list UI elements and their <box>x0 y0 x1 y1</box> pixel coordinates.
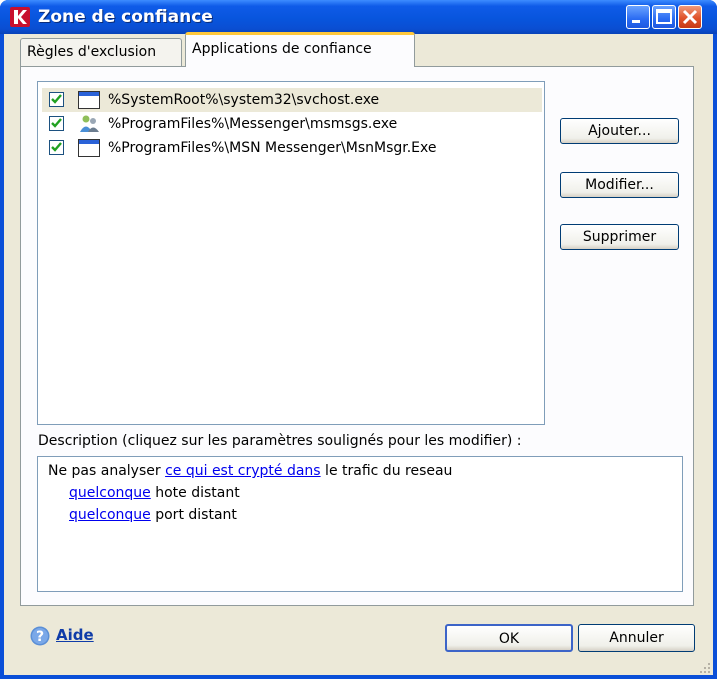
add-button[interactable]: Ajouter... <box>560 118 679 144</box>
description-text: port distant <box>150 507 237 523</box>
description-text: hote distant <box>150 485 240 501</box>
application-path: %ProgramFiles%\Messenger\msmsgs.exe <box>108 116 398 132</box>
close-icon <box>682 9 698 25</box>
description-line-3: quelconque port distant <box>69 507 237 523</box>
ok-button[interactable]: OK <box>445 624 573 652</box>
cancel-button[interactable]: Annuler <box>578 624 695 652</box>
checkmark-icon <box>51 142 62 152</box>
messenger-users-icon <box>80 115 99 132</box>
help-question-icon[interactable]: ? <box>30 626 50 646</box>
window-app-icon <box>78 139 100 157</box>
remote-port-link[interactable]: quelconque <box>69 507 151 523</box>
resize-grip-icon[interactable] <box>697 660 711 674</box>
list-item[interactable]: %SystemRoot%\system32\svchost.exe <box>42 88 542 112</box>
description-line-1: Ne pas analyser ce qui est crypté dans l… <box>48 463 452 479</box>
remote-host-link[interactable]: quelconque <box>69 485 151 501</box>
list-item[interactable]: %ProgramFiles%\MSN Messenger\MsnMsgr.Exe <box>42 136 542 160</box>
svg-text:?: ? <box>36 629 44 645</box>
tab-exclusion-rules[interactable]: Règles d'exclusion <box>20 38 182 66</box>
title-bar[interactable]: Zone de confiance <box>0 0 717 34</box>
description-text: le trafic du reseau <box>320 463 453 479</box>
description-text: Ne pas analyser <box>48 463 166 479</box>
applications-list[interactable]: %SystemRoot%\system32\svchost.exe %Progr… <box>37 81 545 425</box>
minimize-icon <box>632 20 640 23</box>
window-app-icon <box>78 91 100 109</box>
description-line-2: quelconque hote distant <box>69 485 240 501</box>
checkmark-icon <box>51 118 62 128</box>
application-path: %SystemRoot%\system32\svchost.exe <box>108 92 380 108</box>
kaspersky-k-icon <box>10 7 30 27</box>
list-item[interactable]: %ProgramFiles%\Messenger\msmsgs.exe <box>42 112 542 136</box>
encrypted-traffic-link[interactable]: ce qui est crypté dans <box>165 463 321 479</box>
checkbox[interactable] <box>49 140 64 155</box>
dialog-window: Zone de confiance Règles d'exclusion App… <box>0 0 717 679</box>
help-link[interactable]: Aide <box>56 626 94 644</box>
application-path: %ProgramFiles%\MSN Messenger\MsnMsgr.Exe <box>108 140 437 156</box>
minimize-button[interactable] <box>626 5 650 29</box>
window-title: Zone de confiance <box>38 7 213 27</box>
tab-label: Règles d'exclusion <box>27 44 157 60</box>
tab-label: Applications de confiance <box>192 41 372 57</box>
close-button[interactable] <box>678 5 702 29</box>
modify-button[interactable]: Modifier... <box>560 172 679 198</box>
checkbox[interactable] <box>49 92 64 107</box>
maximize-button[interactable] <box>652 5 676 29</box>
description-box: Ne pas analyser ce qui est crypté dans l… <box>37 456 683 592</box>
checkmark-icon <box>51 94 62 104</box>
description-label: Description (cliquez sur les paramètres … <box>38 433 522 449</box>
checkbox[interactable] <box>49 116 64 131</box>
tab-trusted-applications[interactable]: Applications de confiance <box>185 32 415 67</box>
delete-button[interactable]: Supprimer <box>560 224 679 250</box>
maximize-icon <box>656 9 672 24</box>
